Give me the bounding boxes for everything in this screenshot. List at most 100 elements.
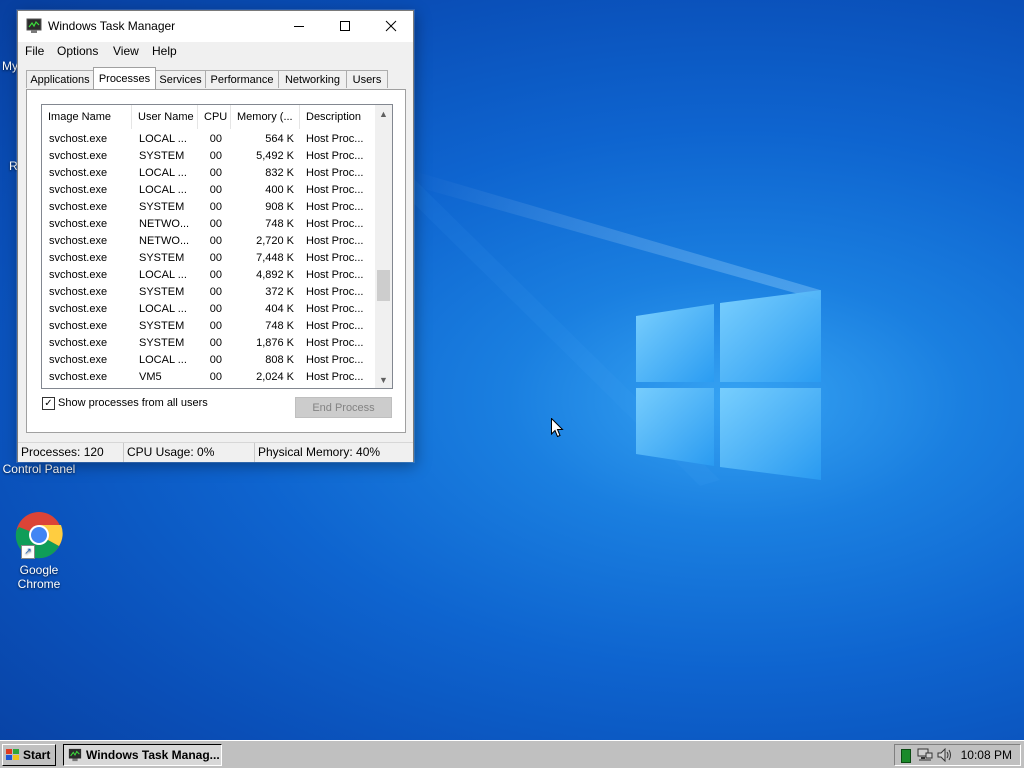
table-row[interactable]: svchost.exe SYSTEM 00 5,492 K Host Proc...	[42, 148, 375, 165]
column-header-cpu[interactable]: CPU	[198, 105, 231, 129]
column-header-memory[interactable]: Memory (...	[231, 105, 300, 129]
tab-networking[interactable]: Networking	[278, 70, 347, 88]
start-windows-icon	[6, 748, 20, 762]
table-row[interactable]: svchost.exe SYSTEM 00 908 K Host Proc...	[42, 199, 375, 216]
table-row[interactable]: svchost.exe LOCAL ... 00 808 K Host Proc...	[42, 352, 375, 369]
cell-image-name: svchost.exe	[49, 218, 108, 230]
cell-description: Host Proc...	[306, 337, 364, 349]
column-header-user-name[interactable]: User Name	[132, 105, 198, 129]
cell-description: Host Proc...	[306, 218, 364, 230]
cell-user-name: LOCAL ...	[139, 354, 187, 366]
cell-user-name: SYSTEM	[139, 150, 185, 162]
show-all-users-label[interactable]: Show processes from all users	[58, 397, 208, 409]
cell-cpu: 00	[209, 133, 222, 145]
maximize-button[interactable]	[322, 11, 368, 41]
table-row[interactable]: svchost.exe LOCAL ... 00 4,892 K Host Proc..…	[42, 267, 375, 284]
status-bar: Processes: 120 CPU Usage: 0% Physical Me…	[18, 442, 413, 462]
cell-memory: 400 K	[265, 184, 294, 196]
menu-bar: File Options View Help	[18, 42, 413, 62]
start-button[interactable]: Start	[2, 744, 56, 766]
table-row[interactable]: svchost.exe LOCAL ... 00 400 K Host Proc...	[42, 182, 375, 199]
column-header-description[interactable]: Description	[300, 105, 375, 129]
tab-performance[interactable]: Performance	[205, 70, 279, 88]
menu-view[interactable]: View	[113, 44, 139, 58]
cell-cpu: 00	[209, 150, 222, 162]
task-manager-window[interactable]: Windows Task Manager File Options View H…	[17, 10, 414, 462]
cell-user-name: LOCAL ...	[139, 184, 187, 196]
tab-strip: Applications Processes Services Performa…	[26, 67, 406, 89]
scrollbar-thumb[interactable]	[377, 270, 390, 301]
menu-options[interactable]: Options	[57, 44, 98, 58]
cell-description: Host Proc...	[306, 235, 364, 247]
cell-memory: 564 K	[265, 133, 294, 145]
desktop-partial-label-my[interactable]: My	[2, 59, 18, 73]
table-row[interactable]: svchost.exe LOCAL ... 00 832 K Host Proc...	[42, 165, 375, 182]
green-status-icon[interactable]	[901, 749, 911, 763]
cell-memory: 372 K	[265, 286, 294, 298]
table-row[interactable]: svchost.exe SYSTEM 00 372 K Host Proc...	[42, 284, 375, 301]
minimize-icon	[294, 26, 304, 27]
network-icon[interactable]	[917, 748, 933, 765]
taskbar: Start Windows Task Manag... 10:08 PM	[0, 740, 1024, 768]
chrome-label-line1: Google	[19, 563, 59, 577]
control-panel-label: Control Panel	[2, 462, 76, 476]
end-process-button[interactable]: End Process	[295, 397, 392, 418]
table-row[interactable]: svchost.exe SYSTEM 00 1,876 K Host Proc...	[42, 335, 375, 352]
cell-user-name: NETWO...	[139, 235, 190, 247]
menu-file[interactable]: File	[25, 44, 44, 58]
table-row[interactable]: svchost.exe VM5 00 2,024 K Host Proc...	[42, 369, 375, 386]
status-cpu-usage: CPU Usage: 0%	[124, 443, 255, 462]
table-row[interactable]: svchost.exe LOCAL ... 00 404 K Host Proc...	[42, 301, 375, 318]
cell-description: Host Proc...	[306, 201, 364, 213]
process-list-header: ︿ Image Name User Name CPU Memory (... D…	[42, 105, 375, 129]
table-row[interactable]: svchost.exe LOCAL ... 00 564 K Host Proc...	[42, 131, 375, 148]
table-row[interactable]: svchost.exe NETWO... 00 2,720 K Host Proc...	[42, 233, 375, 250]
tab-users[interactable]: Users	[346, 70, 388, 88]
cell-description: Host Proc...	[306, 320, 364, 332]
tab-applications[interactable]: Applications	[26, 70, 94, 88]
show-all-users-checkbox[interactable]: ✓	[42, 397, 55, 410]
cell-image-name: svchost.exe	[49, 269, 108, 281]
window-title: Windows Task Manager	[48, 19, 176, 33]
tab-services[interactable]: Services	[155, 70, 206, 88]
cell-description: Host Proc...	[306, 371, 364, 383]
table-row[interactable]: svchost.exe SYSTEM 00 7,448 K Host Proc...	[42, 250, 375, 267]
cell-image-name: svchost.exe	[49, 150, 108, 162]
task-manager-taskbar-icon	[68, 748, 82, 762]
column-header-image-name[interactable]: ︿ Image Name	[42, 105, 132, 129]
cell-cpu: 00	[209, 320, 222, 332]
cell-image-name: svchost.exe	[49, 371, 108, 383]
windows-logo-wallpaper	[628, 286, 828, 486]
cell-image-name: svchost.exe	[49, 201, 108, 213]
minimize-button[interactable]	[276, 11, 322, 41]
cell-image-name: svchost.exe	[49, 354, 108, 366]
cell-user-name: SYSTEM	[139, 286, 185, 298]
taskbar-clock[interactable]: 10:08 PM	[961, 748, 1012, 762]
process-list[interactable]: ︿ Image Name User Name CPU Memory (... D…	[41, 104, 393, 389]
volume-icon[interactable]	[937, 747, 953, 765]
cell-user-name: LOCAL ...	[139, 133, 187, 145]
process-list-scrollbar[interactable]: ▲ ▼	[375, 105, 392, 388]
chrome-icon: ↗	[15, 511, 63, 559]
cell-cpu: 00	[209, 337, 222, 349]
scroll-down-arrow-icon[interactable]: ▼	[375, 371, 392, 388]
menu-help[interactable]: Help	[152, 44, 177, 58]
tab-processes[interactable]: Processes	[93, 67, 156, 89]
table-row[interactable]: svchost.exe SYSTEM 00 748 K Host Proc...	[42, 318, 375, 335]
cell-description: Host Proc...	[306, 184, 364, 196]
desktop-icon-control-panel[interactable]: Control Panel	[2, 462, 76, 476]
table-row[interactable]: svchost.exe NETWO... 00 748 K Host Proc...	[42, 216, 375, 233]
title-bar[interactable]: Windows Task Manager	[18, 11, 413, 42]
cell-user-name: SYSTEM	[139, 201, 185, 213]
cell-cpu: 00	[209, 201, 222, 213]
cell-cpu: 00	[209, 286, 222, 298]
system-tray: 10:08 PM	[894, 744, 1021, 766]
scroll-up-arrow-icon[interactable]: ▲	[375, 105, 392, 122]
cell-image-name: svchost.exe	[49, 167, 108, 179]
taskbar-button-task-manager[interactable]: Windows Task Manag...	[63, 744, 222, 766]
cell-memory: 2,024 K	[256, 371, 294, 383]
close-button[interactable]	[368, 11, 414, 41]
cell-image-name: svchost.exe	[49, 303, 108, 315]
desktop-icon-google-chrome[interactable]: ↗ Google Chrome	[4, 511, 74, 591]
cell-cpu: 00	[209, 184, 222, 196]
